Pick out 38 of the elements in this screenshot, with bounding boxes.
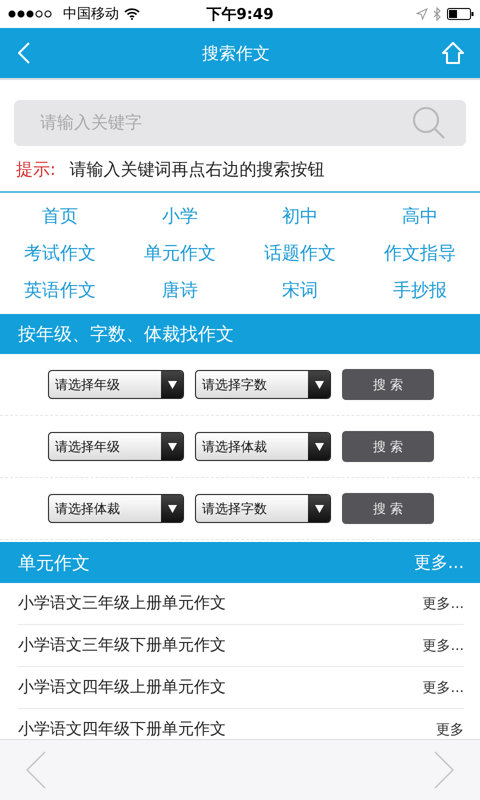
more-link[interactable]: 更多... (422, 594, 464, 612)
dropdown-select[interactable]: 请选择年级 (48, 432, 184, 461)
list-item-link[interactable]: 小学语文三年级上册单元作文 (18, 593, 226, 614)
dropdown-select[interactable]: 请选择字数 (195, 494, 331, 523)
back-icon[interactable] (18, 42, 30, 64)
home-icon[interactable] (442, 42, 464, 64)
hint-label: 提示: (16, 159, 56, 181)
dropdown-arrow-icon (168, 442, 176, 450)
more-link[interactable]: 更多... (422, 678, 464, 696)
hint-text: 请输入关键词再点右边的搜索按钮 (70, 159, 325, 181)
section-title: 单元作文 (18, 552, 90, 574)
wifi-icon (124, 8, 140, 20)
dropdown-arrow-icon (314, 442, 324, 450)
section-title: 按年级、字数、体裁找作文 (18, 323, 234, 346)
status-time: 下午9:49 (206, 4, 274, 24)
carrier-name: 中国移动 (63, 5, 119, 23)
dropdown-select[interactable]: 请选择体裁 (48, 494, 184, 523)
more-link[interactable]: 更多... (422, 636, 464, 654)
more-link[interactable]: 更多 (436, 720, 464, 738)
battery-icon (447, 8, 474, 20)
list-item-link[interactable]: 小学语文三年级下册单元作文 (18, 635, 226, 656)
search-field[interactable]: 请输入关键字 (14, 100, 466, 146)
dropdown-arrow-icon (168, 380, 176, 388)
dropdown-select[interactable]: 请选择体裁 (195, 432, 331, 461)
dropdown-arrow-icon (314, 380, 324, 388)
dropdown-select[interactable]: 请选择字数 (195, 370, 331, 399)
location-icon (416, 8, 428, 20)
list-item-link[interactable]: 小学语文四年级上册单元作文 (18, 677, 226, 698)
dropdown-arrow-icon (314, 504, 324, 512)
bluetooth-icon (433, 7, 442, 21)
search-button[interactable]: 搜 索 (342, 493, 434, 524)
search-button[interactable]: 搜 索 (342, 431, 434, 462)
search-button[interactable]: 搜 索 (342, 369, 434, 400)
dropdown-arrow-icon (168, 504, 176, 512)
page-title: 搜索作文 (202, 42, 270, 64)
search-icon[interactable] (412, 106, 446, 140)
dropdown-select[interactable]: 请选择年级 (48, 370, 184, 399)
list-item-link[interactable]: 小学语文四年级下册单元作文 (18, 719, 226, 739)
